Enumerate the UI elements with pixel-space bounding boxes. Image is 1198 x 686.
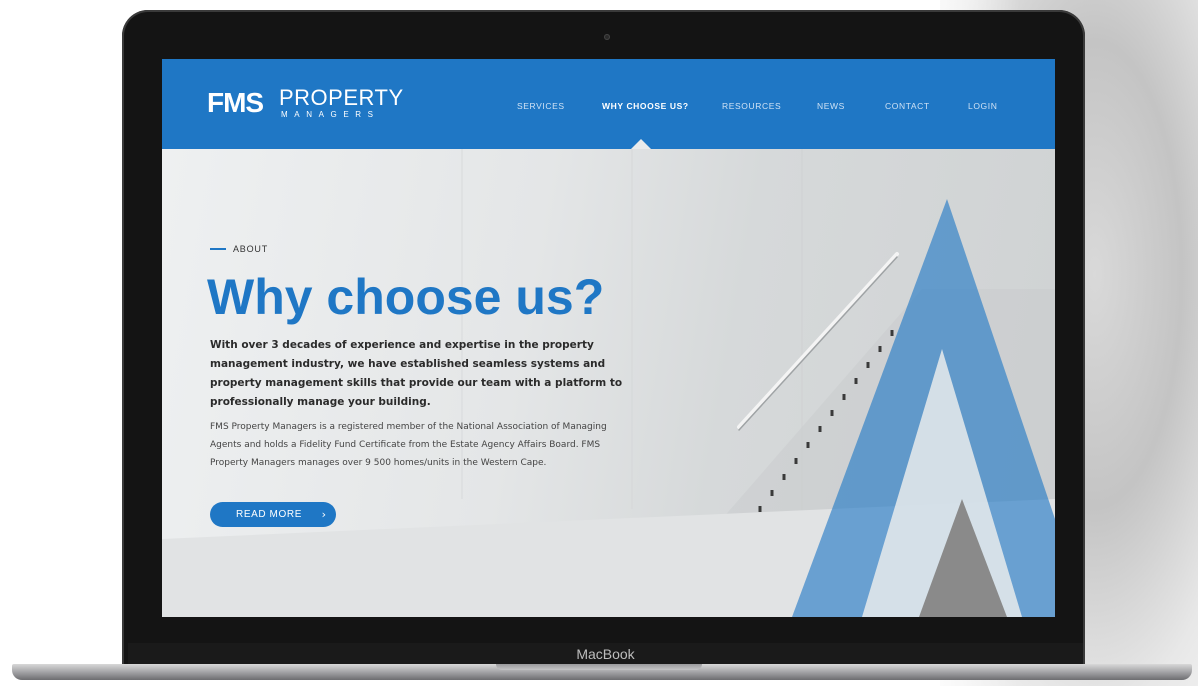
eyebrow-dash (210, 248, 226, 250)
body-paragraph: FMS Property Managers is a registered me… (210, 422, 607, 468)
nav-item-resources[interactable]: RESOURCES (722, 100, 781, 112)
read-more-button[interactable]: READ MORE › (210, 502, 336, 527)
lead-paragraph: With over 3 decades of experience and ex… (210, 339, 623, 408)
nav-item-why-choose-us[interactable]: WHY CHOOSE US? (602, 100, 689, 112)
laptop-hinge-notch (496, 664, 702, 670)
website-screen: FMS PROPERTY MANAGERS SERVICES WHY CHOOS… (162, 59, 1055, 617)
section-eyebrow: ABOUT (210, 244, 268, 254)
read-more-label: READ MORE (236, 509, 302, 520)
nav-menu: SERVICES WHY CHOOSE US? RESOURCES NEWS C… (162, 100, 1055, 114)
active-nav-pointer (631, 139, 651, 149)
device-brand-label: MacBook (128, 643, 1083, 666)
camera-icon (604, 34, 610, 40)
chevron-right-icon: › (321, 508, 326, 521)
nav-item-services[interactable]: SERVICES (517, 100, 565, 112)
page-title: Why choose us? (207, 269, 605, 325)
nav-item-contact[interactable]: CONTACT (885, 100, 930, 112)
nav-item-news[interactable]: NEWS (817, 100, 845, 112)
eyebrow-label: ABOUT (233, 244, 269, 254)
top-navigation: FMS PROPERTY MANAGERS SERVICES WHY CHOOS… (162, 59, 1055, 149)
nav-item-login[interactable]: LOGIN (968, 100, 997, 112)
